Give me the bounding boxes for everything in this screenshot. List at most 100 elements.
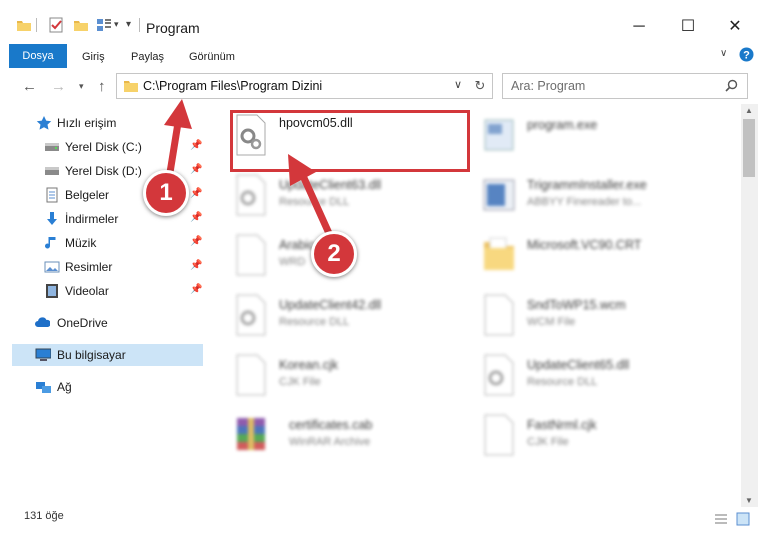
sidebar-label: Videolar xyxy=(65,284,109,298)
file-icon xyxy=(236,234,266,276)
exe-file-icon xyxy=(483,179,515,211)
scroll-down-icon[interactable]: ▼ xyxy=(745,496,753,505)
ribbon-expand-icon[interactable]: ∨ xyxy=(720,48,727,59)
pin-icon[interactable]: 📌 xyxy=(190,236,202,247)
computer-icon xyxy=(35,348,51,361)
file-type: Resource DLL xyxy=(527,376,598,388)
callout-badge-1: 1 xyxy=(143,170,189,216)
view-icon[interactable] xyxy=(96,17,112,33)
minimize-button[interactable]: ─ xyxy=(616,14,662,40)
large-icons-view-icon[interactable] xyxy=(736,512,750,526)
sidebar-item-pictures[interactable]: Resimler 📌 xyxy=(0,256,203,278)
file-type: WCM File xyxy=(527,316,576,328)
drive-icon xyxy=(45,143,59,151)
file-icon xyxy=(236,354,266,396)
recent-locations-icon[interactable]: ▾ xyxy=(79,81,84,92)
dll-file-icon xyxy=(236,174,266,216)
separator xyxy=(139,18,140,32)
svg-text:?: ? xyxy=(743,50,750,62)
chevron-down-icon[interactable]: ▾ xyxy=(114,19,119,30)
sidebar-label: Müzik xyxy=(65,236,97,250)
details-view-icon[interactable] xyxy=(714,513,728,525)
close-button[interactable]: ✕ xyxy=(712,14,758,40)
download-icon xyxy=(47,212,57,225)
customize-toolbar-icon[interactable]: ▾ xyxy=(126,19,131,30)
file-type: ABBYY Finereader to... xyxy=(527,196,642,208)
cloud-icon xyxy=(35,317,50,327)
search-icon xyxy=(725,79,738,92)
folder-icon xyxy=(17,21,31,31)
dll-file-icon xyxy=(236,294,266,336)
sidebar-label: Yerel Disk (C:) xyxy=(65,140,142,154)
maximize-button[interactable]: ☐ xyxy=(665,14,711,40)
window-title: Program xyxy=(146,20,200,36)
pictures-icon xyxy=(44,261,60,273)
dll-file-icon xyxy=(484,354,514,396)
sidebar-item-music[interactable]: Müzik 📌 xyxy=(0,232,203,254)
file-name: SndToWP15.wcm xyxy=(527,298,626,312)
sidebar-label: Yerel Disk (D:) xyxy=(65,164,142,178)
pin-icon[interactable]: 📌 xyxy=(190,260,202,271)
folder-icon xyxy=(124,81,138,92)
scrollbar-thumb[interactable] xyxy=(743,119,755,177)
ribbon xyxy=(0,40,769,68)
documents-icon xyxy=(46,187,58,203)
search-placeholder: Ara: Program xyxy=(511,79,586,93)
pin-icon[interactable]: 📌 xyxy=(190,284,202,295)
file-type: WinRAR Archive xyxy=(289,436,371,448)
pin-icon[interactable]: 📌 xyxy=(190,212,202,223)
sidebar-label: Bu bilgisayar xyxy=(57,348,126,362)
file-icon xyxy=(484,294,514,336)
music-icon xyxy=(45,237,56,249)
video-icon xyxy=(46,284,58,298)
file-type: Resource DLL xyxy=(279,316,350,328)
sidebar-label: Belgeler xyxy=(65,188,110,202)
back-icon[interactable]: ← xyxy=(22,78,37,95)
sidebar-item-this-pc[interactable]: Bu bilgisayar xyxy=(0,344,203,366)
item-count: 131 öğe xyxy=(24,510,64,522)
vertical-scrollbar[interactable]: ▲ ▼ xyxy=(741,104,758,510)
sidebar-label: İndirmeler xyxy=(65,212,119,226)
sidebar-item-onedrive[interactable]: OneDrive xyxy=(0,312,203,334)
up-icon[interactable]: ↑ xyxy=(98,78,106,95)
file-name: Korean.cjk xyxy=(279,358,339,372)
refresh-icon[interactable]: ↻ xyxy=(468,73,493,99)
separator xyxy=(36,18,37,32)
sidebar-label: Hızlı erişim xyxy=(57,116,117,130)
sidebar-label: Ağ xyxy=(57,380,72,394)
file-name: UpdateClient65.dll xyxy=(527,358,630,372)
address-dropdown-icon[interactable]: ∨ xyxy=(454,78,462,91)
address-path: C:\Program Files\Program Dizini xyxy=(143,79,323,93)
help-icon[interactable]: ? xyxy=(739,47,754,62)
sidebar-label: Resimler xyxy=(65,260,113,274)
exe-file-icon xyxy=(484,119,514,151)
tab-view[interactable]: Görünüm xyxy=(189,51,235,63)
file-type: CJK File xyxy=(527,436,569,448)
archive-icon xyxy=(237,418,265,450)
folder-icon xyxy=(484,237,514,270)
sidebar-item-network[interactable]: Ağ xyxy=(0,376,203,398)
file-name: certificates.cab xyxy=(289,418,373,432)
callout-badge-2: 2 xyxy=(311,231,357,277)
status-bar: 131 öğe xyxy=(0,507,769,537)
file-icon xyxy=(484,414,514,456)
tab-file[interactable]: Dosya xyxy=(9,44,67,68)
network-icon xyxy=(36,382,51,393)
new-folder-icon[interactable] xyxy=(73,18,89,32)
file-name: program.exe xyxy=(527,118,598,132)
search-input[interactable]: Ara: Program xyxy=(502,73,748,99)
drive-icon xyxy=(45,167,59,175)
sidebar-label: OneDrive xyxy=(57,316,108,330)
file-type: WRD xyxy=(279,256,306,268)
file-name: Microsoft.VC90.CRT xyxy=(527,238,642,252)
forward-icon[interactable]: → xyxy=(51,78,66,95)
tab-share[interactable]: Paylaş xyxy=(131,51,164,63)
file-name: TrigrammInstaller.exe xyxy=(527,178,647,192)
file-name: UpdateClient42.dll xyxy=(279,298,382,312)
properties-icon[interactable] xyxy=(48,17,64,33)
file-type: CJK File xyxy=(279,376,321,388)
file-name: FastNrml.cjk xyxy=(527,418,597,432)
sidebar-item-videos[interactable]: Videolar 📌 xyxy=(0,280,203,302)
tab-home[interactable]: Giriş xyxy=(82,51,105,63)
scroll-up-icon[interactable]: ▲ xyxy=(745,106,753,115)
